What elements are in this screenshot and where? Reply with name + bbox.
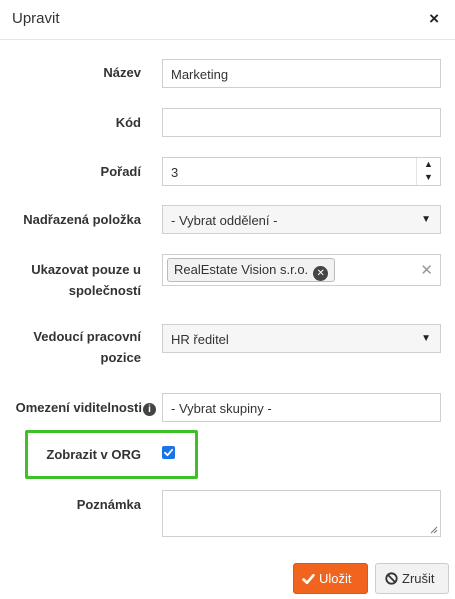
name-label: Název: [103, 65, 141, 80]
resize-grip-icon[interactable]: [430, 526, 438, 534]
position-label-line2: pozice: [100, 350, 141, 365]
order-number-input[interactable]: 3 ▲ ▼: [162, 157, 441, 186]
dialog-header: Upravit ×: [0, 0, 455, 40]
note-textarea[interactable]: [162, 490, 441, 537]
order-label: Pořadí: [100, 164, 141, 179]
parent-select[interactable]: - Vybrat oddělení - ▼: [162, 205, 441, 234]
cancel-button[interactable]: Zrušit: [375, 563, 449, 594]
spinner-down-icon[interactable]: ▼: [417, 171, 440, 184]
cancel-button-label: Zrušit: [402, 571, 435, 586]
visibility-select[interactable]: - Vybrat skupiny -: [162, 393, 441, 422]
save-button-label: Uložit: [319, 571, 352, 586]
position-select-value: HR ředitel: [171, 332, 229, 347]
chevron-down-icon: ▼: [421, 214, 431, 225]
order-value: 3: [171, 165, 179, 180]
name-value: Marketing: [171, 67, 229, 82]
name-input[interactable]: Marketing: [162, 59, 441, 88]
note-label: Poznámka: [76, 497, 141, 512]
companies-label-line1: Ukazovat pouze u: [31, 262, 141, 277]
visibility-label-text: Omezení viditelnosti: [15, 400, 142, 415]
close-icon[interactable]: ×: [429, 9, 439, 29]
dialog-title: Upravit: [12, 10, 60, 27]
spinner-up-icon[interactable]: ▲: [417, 158, 440, 171]
companies-label-line2: společností: [68, 283, 141, 298]
position-select[interactable]: HR ředitel ▼: [162, 324, 441, 353]
show-in-org-checkbox[interactable]: [162, 446, 175, 459]
info-icon[interactable]: i: [143, 403, 156, 416]
save-button[interactable]: Uložit: [293, 563, 368, 594]
parent-label: Nadřazená položka: [23, 212, 141, 227]
checkmark-icon: [164, 448, 174, 457]
chip-remove-icon[interactable]: ✕: [313, 266, 329, 281]
chevron-down-icon: ▼: [421, 333, 431, 344]
ban-icon: [385, 572, 398, 585]
show-in-org-label: Zobrazit v ORG: [46, 447, 141, 462]
visibility-label: Omezení viditelnosti i: [16, 397, 156, 419]
order-spinner: ▲ ▼: [416, 158, 440, 185]
companies-multiselect[interactable]: RealEstate Vision s.r.o. ✕ ✕: [162, 254, 441, 286]
company-chip-label: RealEstate Vision s.r.o.: [174, 262, 309, 277]
company-chip: RealEstate Vision s.r.o. ✕: [167, 258, 336, 282]
code-label: Kód: [115, 115, 141, 130]
parent-select-value: - Vybrat oddělení -: [171, 213, 278, 228]
check-icon: [302, 573, 315, 585]
clear-selection-icon[interactable]: ✕: [420, 261, 433, 279]
visibility-select-value: - Vybrat skupiny -: [171, 401, 272, 416]
position-label-line1: Vedoucí pracovní: [33, 329, 141, 344]
code-input[interactable]: [162, 108, 441, 137]
